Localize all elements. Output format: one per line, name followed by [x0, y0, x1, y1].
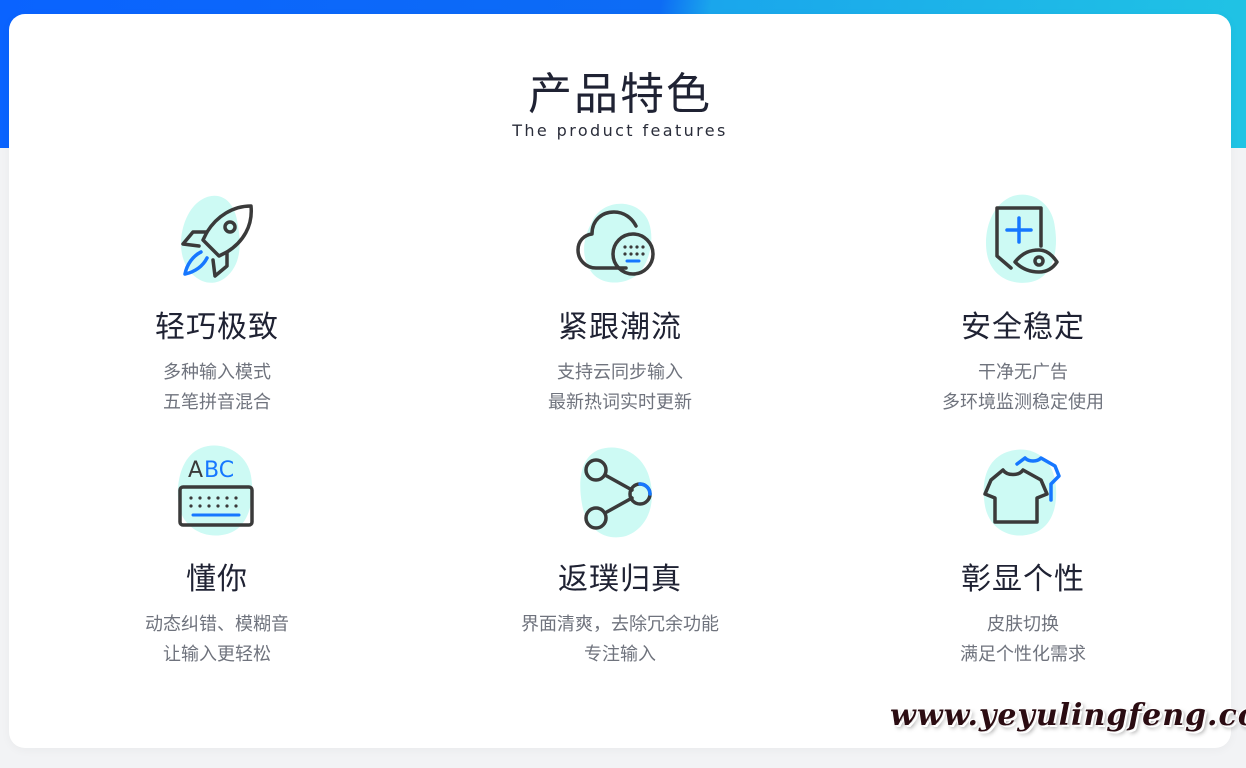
feature-title: 轻巧极致 — [155, 310, 279, 345]
section-title: 产品特色 — [528, 69, 712, 120]
feature-title: 彰显个性 — [961, 562, 1085, 597]
feature-description: 多环境监测稳定使用 — [942, 392, 1104, 413]
feature-description: 支持云同步输入 — [557, 362, 683, 383]
feature-item-3: 安全稳定 干净无广告 多环境监测稳定使用 — [843, 192, 1203, 418]
feature-item-5: 返璞归真 界面清爽，去除冗余功能 专注输入 — [440, 444, 800, 670]
rocket-icon — [167, 192, 267, 292]
feature-title: 紧跟潮流 — [558, 310, 682, 345]
shield-eye-icon — [973, 192, 1073, 292]
feature-title: 安全稳定 — [961, 310, 1085, 345]
feature-description: 五笔拼音混合 — [163, 392, 271, 413]
page: 产品特色 The product features 轻巧极致 多种输入模式 五笔… — [0, 0, 1246, 768]
feature-description: 让输入更轻松 — [163, 644, 271, 665]
svg-text:BC: BC — [204, 458, 234, 483]
cloud-keyboard-icon — [570, 192, 670, 292]
section-subtitle: The product features — [512, 121, 728, 140]
feature-description: 最新热词实时更新 — [548, 392, 692, 413]
feature-description: 满足个性化需求 — [960, 644, 1086, 665]
feature-item-4: A BC 懂你 动态纠错、模糊音 让输入更轻松 — [37, 444, 397, 670]
feature-title: 返璞归真 — [558, 562, 682, 597]
features-card: 产品特色 The product features 轻巧极致 多种输入模式 五笔… — [9, 14, 1231, 748]
feature-description: 界面清爽，去除冗余功能 — [521, 614, 719, 635]
svg-text:A: A — [188, 458, 203, 483]
feature-description: 专注输入 — [584, 644, 656, 665]
feature-item-2: 紧跟潮流 支持云同步输入 最新热词实时更新 — [440, 192, 800, 418]
feature-description: 动态纠错、模糊音 — [145, 614, 289, 635]
watermark-text: www.yeyulingfeng.com — [890, 698, 1246, 733]
feature-description: 多种输入模式 — [163, 362, 271, 383]
feature-description: 皮肤切换 — [987, 614, 1059, 635]
feature-item-6: 彰显个性 皮肤切换 满足个性化需求 — [843, 444, 1203, 670]
feature-item-1: 轻巧极致 多种输入模式 五笔拼音混合 — [37, 192, 397, 418]
feature-description: 干净无广告 — [978, 362, 1068, 383]
feature-title: 懂你 — [186, 562, 248, 597]
share-icon — [570, 444, 670, 544]
tshirt-icon — [973, 444, 1073, 544]
abc-keyboard-icon: A BC — [167, 444, 267, 544]
